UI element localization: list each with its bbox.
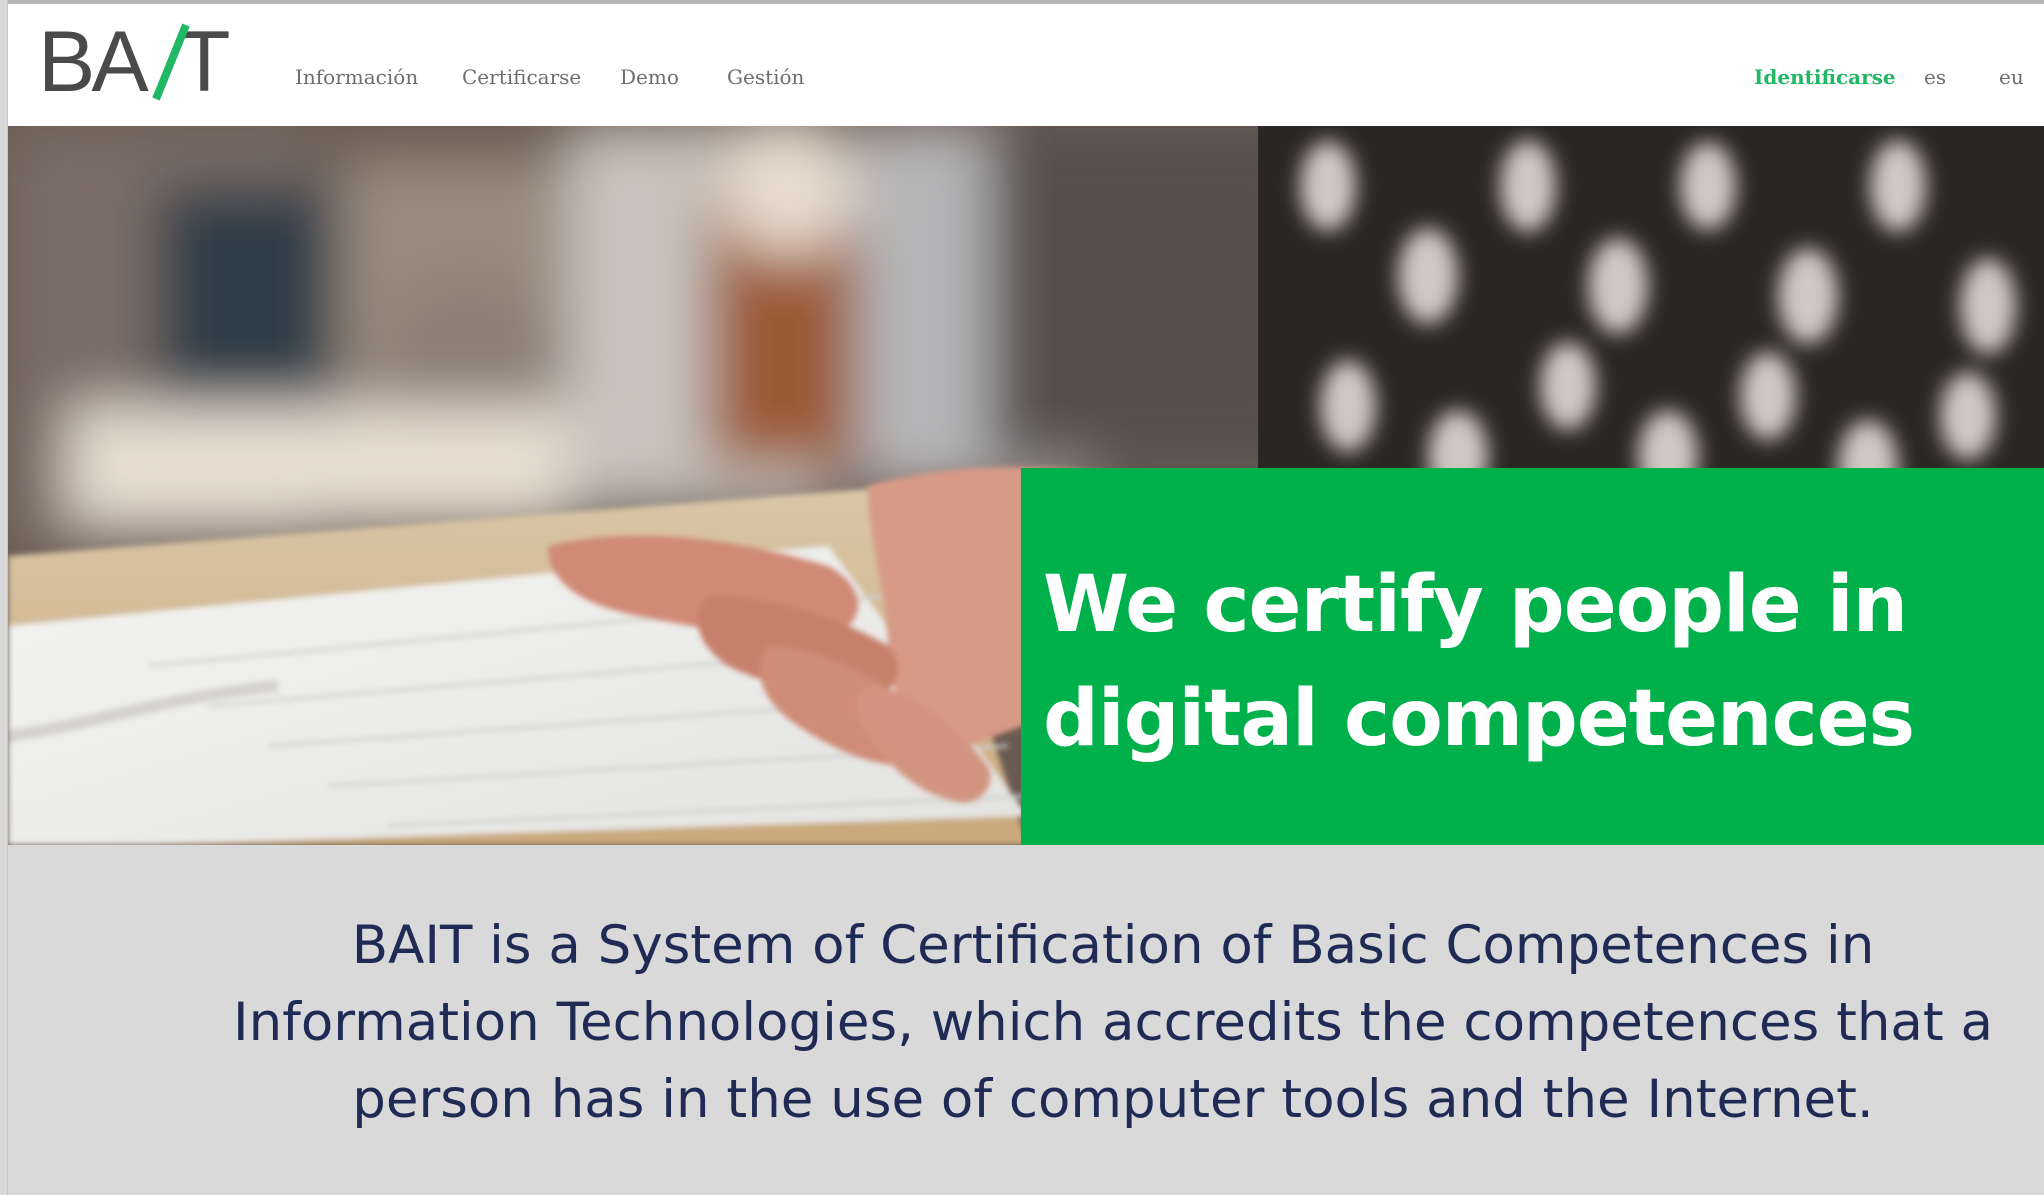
browser-frame: BA T Información Certificarse Demo Gesti… xyxy=(0,0,2044,1195)
bait-logo[interactable]: BA T xyxy=(38,14,244,110)
hero-title: We certify people in digital competences xyxy=(1043,560,1915,764)
language-es[interactable]: es xyxy=(1924,65,1946,89)
description-text: BAIT is a System of Certification of Bas… xyxy=(232,915,1994,1130)
description-section: BAIT is a System of Certification of Bas… xyxy=(8,845,2044,1195)
svg-text:BA: BA xyxy=(38,17,149,109)
nav-certificarse[interactable]: Certificarse xyxy=(462,65,581,89)
hero-banner: We certify people in digital competences xyxy=(8,126,2044,845)
login-link[interactable]: Identificarse xyxy=(1754,65,1896,89)
frame-border-top xyxy=(0,0,2044,4)
nav-demo[interactable]: Demo xyxy=(620,65,679,89)
language-eu[interactable]: eu xyxy=(1999,65,2024,89)
hero-headline-box: We certify people in digital competences xyxy=(1021,468,2044,845)
nav-informacion[interactable]: Información xyxy=(295,65,418,89)
frame-border-left xyxy=(0,0,8,1195)
nav-gestion[interactable]: Gestión xyxy=(727,65,804,89)
bait-logo-graphic: BA T xyxy=(38,14,231,110)
navbar: BA T Información Certificarse Demo Gesti… xyxy=(8,5,2044,126)
